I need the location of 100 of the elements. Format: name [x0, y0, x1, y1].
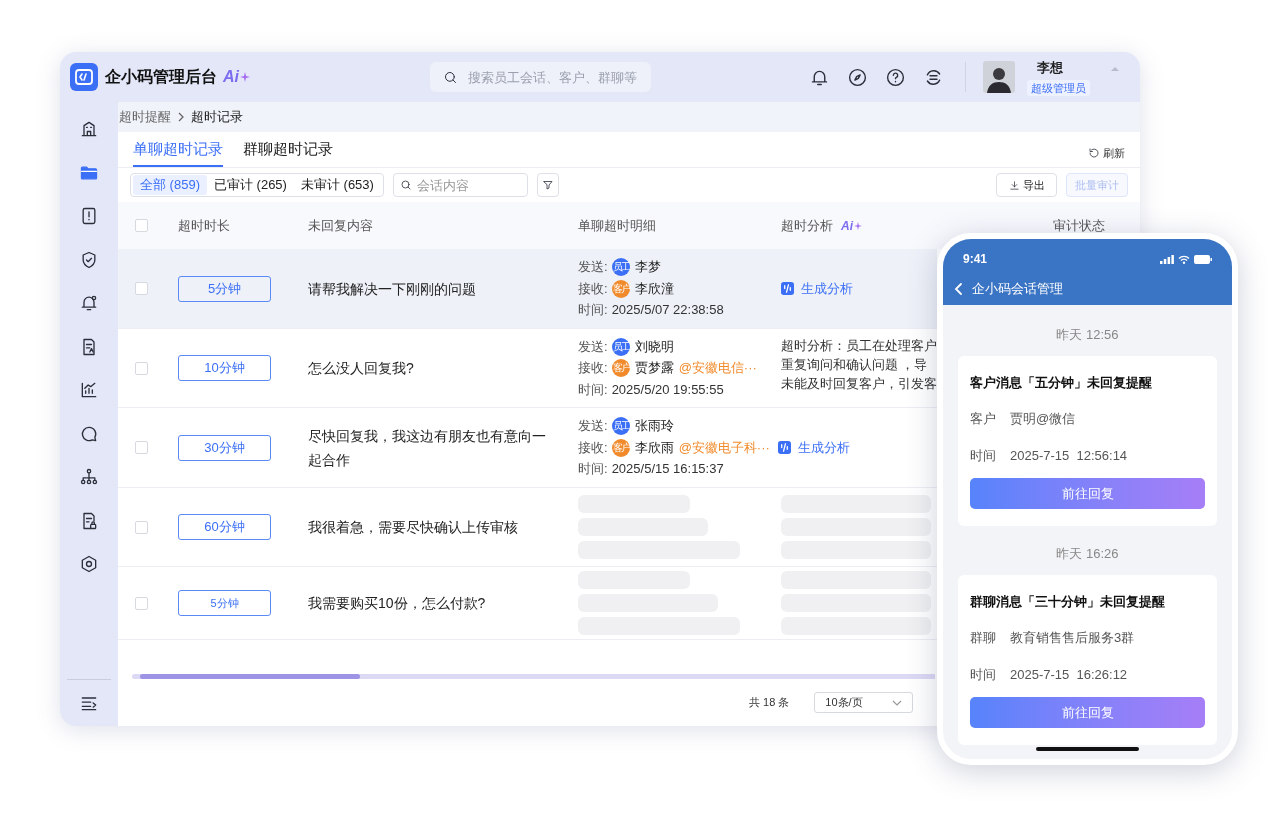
chart-icon[interactable] [79, 380, 99, 400]
breadcrumb-item: 超时记录 [191, 108, 243, 127]
analysis-text: 超时分析：员工在处理客户 重复询问和确认问题 ，导 未能及时回复客户，引发客 [781, 337, 937, 393]
person-name: 刘晓明 [634, 337, 674, 356]
field-label: 发送: [578, 417, 608, 436]
duration-tag: 10分钟 [178, 355, 271, 381]
download-icon [1008, 179, 1020, 191]
help-icon[interactable] [885, 66, 906, 88]
role-badge: 员工 [611, 417, 630, 435]
field-label: 接收: [578, 438, 608, 457]
role-badge: 客户 [611, 438, 630, 457]
column-header: 审计状态 [1053, 216, 1105, 235]
total-count: 共 18 条 [749, 695, 790, 711]
field-label: 时间 [970, 446, 997, 465]
ai-label: Ai [223, 67, 239, 87]
role-badge: 客户 [611, 359, 630, 377]
duration-tag: 60分钟 [178, 514, 271, 540]
column-header: 单聊超时明细 [578, 216, 656, 235]
filter-option[interactable]: 未审计 (653) [293, 175, 381, 195]
message-text: 尽快回复我，我这边有朋友也有意向一起合作 [308, 427, 546, 468]
checkbox[interactable] [135, 441, 148, 454]
field-value: 贾明@微信 [1010, 410, 1076, 428]
checkbox[interactable] [135, 596, 148, 610]
field-label: 发送: [578, 258, 608, 277]
refresh-button[interactable]: 刷新 [1088, 144, 1125, 161]
message-text: 怎么没人回复我? [308, 360, 414, 376]
column-header: 超时时长 [178, 216, 230, 235]
search-icon [443, 70, 458, 85]
field-label: 接收: [578, 359, 608, 378]
back-icon[interactable] [953, 282, 965, 296]
field-label: 时间 [970, 665, 997, 684]
building-icon[interactable] [79, 119, 99, 139]
message-time: 昨天 12:56 [1056, 326, 1119, 344]
avatar[interactable] [983, 61, 1015, 93]
duration-tag: 30分钟 [178, 434, 271, 461]
time-text: 2025/5/20 19:55:55 [611, 380, 724, 399]
generate-analysis-link[interactable]: 生成分析 [781, 278, 853, 299]
field-value: 2025-7-15 16:26:12 [1010, 665, 1128, 684]
phone-title: 企小码会话管理 [972, 280, 1063, 299]
field-value: 教育销售售后服务3群 [1010, 629, 1135, 647]
filter-option[interactable]: 已审计 (265) [206, 175, 294, 195]
time-text: 2025/5/07 22:38:58 [611, 301, 724, 320]
column-header: 未回复内容 [308, 216, 373, 235]
person-name: 李欣雨 [634, 438, 674, 457]
table-row[interactable]: 5分钟 请帮我解决一下刚刚的问题 发送: 员工 李梦 接收: 客户 李欣潼 时间: 2025/5/07 22:38:58 生成分析 [118, 249, 937, 329]
message-text: 我很着急，需要尽快确认上传审核 [308, 519, 518, 535]
field-label: 时间: [578, 380, 608, 399]
role-tag: 超级管理员 [1027, 79, 1090, 96]
role-badge: 客户 [611, 279, 630, 298]
hierarchy-icon[interactable] [79, 467, 99, 487]
sparkle-icon [854, 221, 862, 230]
checkbox[interactable] [135, 219, 148, 232]
user-name: 李想 [1037, 59, 1063, 77]
battery-icon [1194, 254, 1212, 264]
breadcrumb-item[interactable]: 超时提醒 [119, 107, 171, 127]
ai-analysis-icon [778, 441, 791, 454]
duration-tag: 5分钟 [178, 590, 271, 617]
bell-icon[interactable] [79, 293, 99, 313]
export-button[interactable]: 导出 [996, 173, 1057, 197]
person-name: 李梦 [634, 258, 661, 277]
sparkle-icon [240, 72, 250, 82]
search-field[interactable]: 搜索员工会话、客户、群聊等 [430, 62, 651, 92]
app-title: 企小码管理后台 [105, 67, 217, 87]
horizontal-scrollbar[interactable] [132, 674, 935, 679]
filter-option[interactable]: 全部 (859) [133, 175, 207, 195]
hexagon-icon[interactable] [79, 554, 99, 574]
filter-icon [541, 179, 554, 191]
logo-icon [70, 63, 98, 91]
checkbox[interactable] [135, 520, 148, 534]
field-label: 时间: [578, 301, 608, 320]
status-time: 9:41 [963, 251, 988, 268]
content-search-field[interactable]: 会话内容 [392, 173, 528, 198]
reminder-title: 客户消息「五分钟」未回复提醒 [970, 373, 1153, 392]
checkbox[interactable] [135, 282, 148, 295]
field-label: 群聊 [970, 629, 997, 647]
column-header: 超时分析 [781, 216, 833, 235]
search-icon [399, 178, 412, 191]
organization-text: @安徽电信··· [678, 359, 757, 378]
filter-button[interactable] [536, 173, 559, 197]
role-badge: 员工 [611, 337, 630, 356]
signal-icon [1160, 254, 1174, 264]
compass-icon[interactable] [847, 66, 868, 88]
ai-label: Ai [841, 217, 853, 235]
field-value: 2025-7-15 12:56:14 [1010, 446, 1128, 465]
tab[interactable]: 单聊超时记录 [133, 137, 223, 167]
tab[interactable]: 群聊超时记录 [243, 137, 333, 167]
person-name: 贾梦露 [634, 359, 674, 378]
page-size-select[interactable]: 10条/页 [814, 692, 914, 713]
reminder-title: 群聊消息「三十分钟」未回复提醒 [970, 592, 1166, 611]
checkbox[interactable] [135, 361, 148, 375]
field-label: 时间: [578, 460, 608, 479]
chevron-down-icon [892, 699, 903, 706]
refresh-icon [1088, 146, 1100, 159]
organization-text: @安徽电子科··· [678, 438, 770, 457]
field-label: 客户 [970, 410, 997, 428]
person-name: 张雨玲 [634, 417, 674, 436]
field-label: 发送: [578, 337, 608, 356]
message-text: 我需要购买10份，怎么付款? [308, 595, 486, 611]
person-name: 李欣潼 [634, 279, 674, 298]
generate-analysis-link[interactable]: 生成分析 [778, 437, 850, 458]
